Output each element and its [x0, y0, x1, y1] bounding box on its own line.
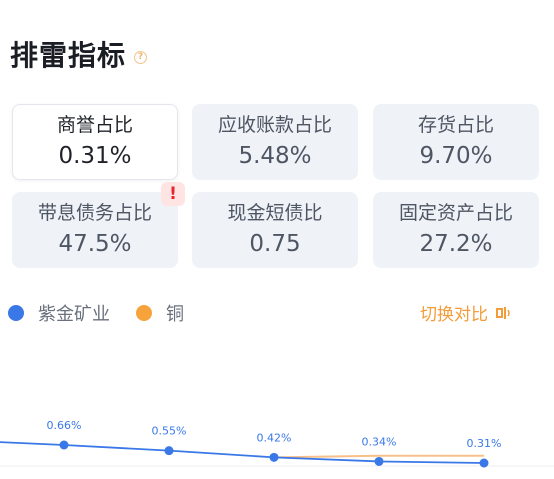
data-point[interactable] — [164, 446, 174, 456]
data-point[interactable] — [59, 440, 69, 450]
metric-label: 商誉占比 — [56, 114, 133, 136]
switch-compare-button[interactable]: 切换对比 — [420, 300, 510, 325]
legend-item-copper[interactable]: 铜 — [136, 300, 184, 326]
metric-card-cash-short-debt[interactable]: 现金短债比 0.75 — [192, 192, 358, 268]
speaker-toggle-icon — [496, 306, 510, 319]
data-label: 0.66% — [47, 419, 82, 432]
data-label: 0.55% — [152, 425, 187, 438]
metric-label: 现金短债比 — [227, 202, 323, 224]
question-circle-icon[interactable]: ? — [134, 50, 148, 64]
data-point[interactable] — [269, 452, 279, 462]
metric-value: 47.5% — [58, 231, 132, 257]
line-chart: 0.66% 0.55% 0.42% 0.34% 0.31% — [0, 419, 554, 468]
page-title: 排雷指标 — [10, 39, 127, 72]
data-label: 0.34% — [362, 435, 397, 448]
metric-label: 带息债务占比 — [37, 202, 152, 224]
metric-value: 0.75 — [249, 231, 301, 257]
header: 排雷指标 ? — [10, 34, 148, 74]
metric-value: 5.48% — [238, 143, 312, 169]
legend-label: 紫金矿业 — [38, 304, 110, 325]
metric-value: 9.70% — [419, 143, 493, 169]
legend-dot — [8, 305, 24, 321]
metric-label: 存货占比 — [417, 114, 494, 136]
legend-item-zijin[interactable]: 紫金矿业 — [8, 300, 110, 326]
metric-label: 应收账款占比 — [217, 114, 332, 136]
metric-card-goodwill-ratio[interactable]: 商誉占比 0.31% — [12, 104, 178, 180]
legend-label: 铜 — [166, 304, 184, 325]
switch-compare-label: 切换对比 — [420, 305, 488, 325]
metric-value: 27.2% — [419, 231, 493, 257]
data-label: 0.42% — [257, 431, 292, 444]
metric-card-receivables-ratio[interactable]: 应收账款占比 5.48% — [192, 104, 358, 180]
series-line-0 — [0, 441, 485, 464]
warning-icon: ! — [161, 182, 185, 206]
data-point[interactable] — [374, 456, 384, 466]
metric-card-inventory-ratio[interactable]: 存货占比 9.70% — [373, 104, 539, 180]
metric-value: 0.31% — [58, 143, 132, 169]
metric-card-fixed-asset-ratio[interactable]: 固定资产占比 27.2% — [373, 192, 539, 268]
data-label: 0.31% — [467, 437, 502, 450]
metric-label: 固定资产占比 — [398, 202, 513, 224]
metric-card-interest-debt-ratio[interactable]: 带息债务占比 47.5% ! — [12, 182, 185, 268]
data-point[interactable] — [479, 458, 489, 468]
chart-legend: 紫金矿业 铜 — [8, 300, 210, 326]
legend-dot — [136, 305, 152, 321]
